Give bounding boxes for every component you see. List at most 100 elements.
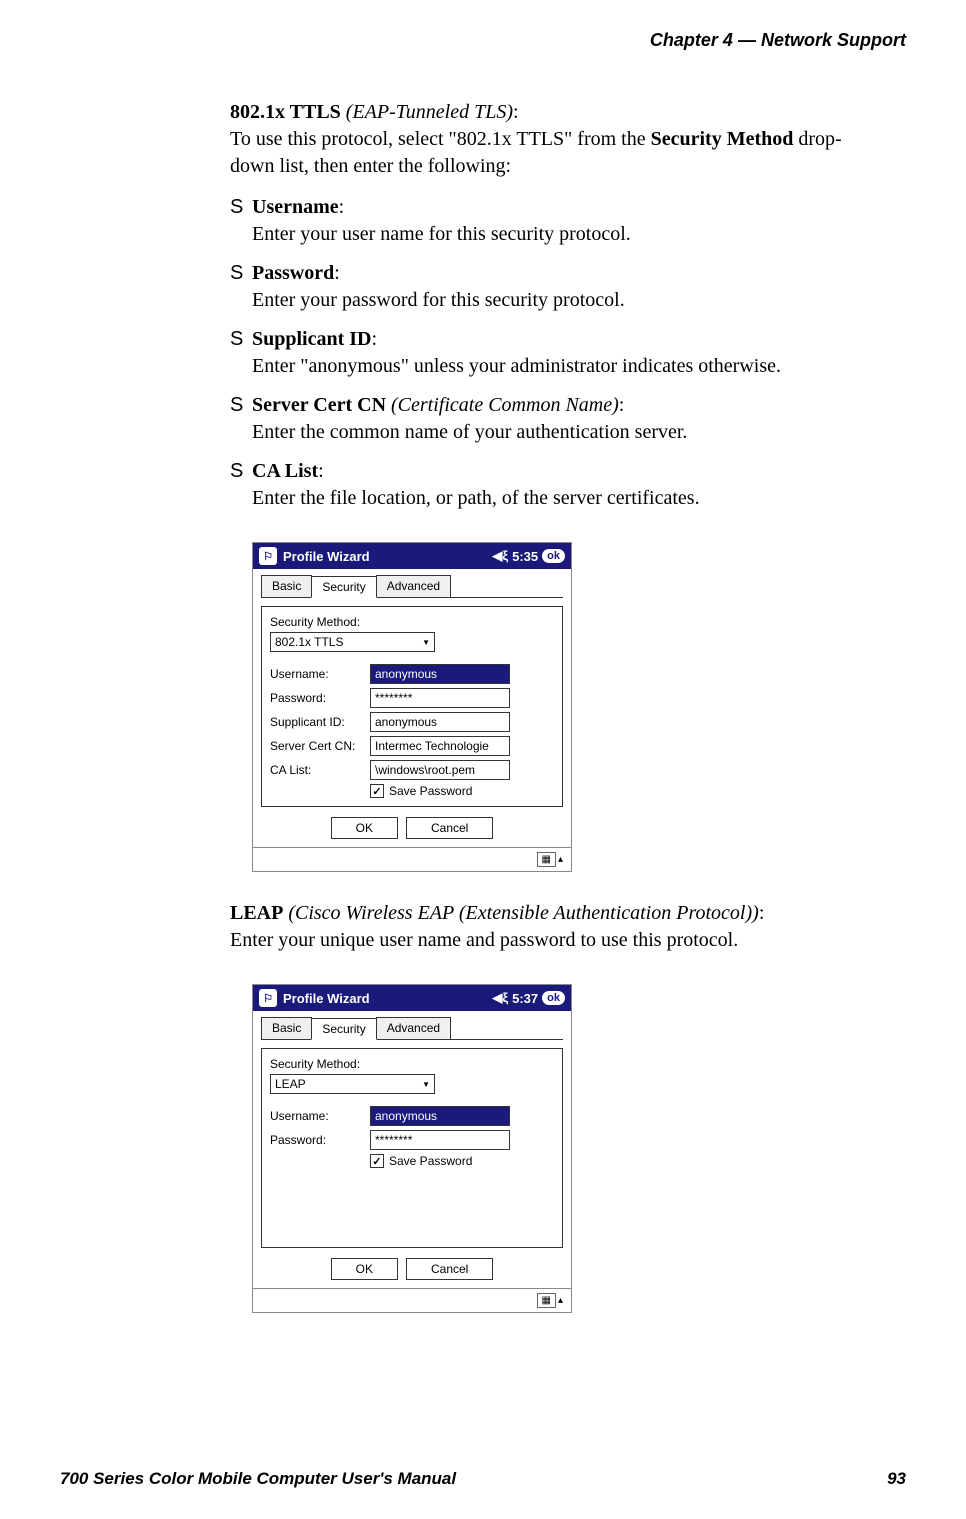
ttls-title-colon: : (513, 101, 519, 123)
bullet-label-italic: (Certificate Common Name) (386, 394, 619, 416)
bullet-colon: : (334, 262, 340, 284)
bullet-label: Server Cert CN (252, 394, 386, 416)
servercert-input[interactable]: Intermec Technologie (370, 736, 510, 756)
select-value: 802.1x TTLS (275, 635, 343, 649)
status-area: ◀ξ 5:35 (492, 548, 538, 564)
page-header: Chapter 4 — Network Support (60, 30, 906, 51)
tab-basic[interactable]: Basic (261, 575, 312, 597)
window-body: Basic Security Advanced Security Method:… (253, 569, 571, 847)
app-icon: ⚐ (259, 989, 277, 1007)
ttls-desc-bold: Security Method (651, 128, 794, 150)
security-method-label: Security Method: (270, 1057, 554, 1071)
clock-time: 5:35 (512, 549, 538, 564)
field-row-servercert: Server Cert CN: Intermec Technologie (270, 736, 554, 756)
save-password-row: ✓ Save Password (370, 784, 554, 798)
speaker-icon: ◀ξ (492, 548, 508, 564)
up-arrow-icon[interactable]: ▴ (558, 854, 563, 865)
ttls-screenshot: ⚐ Profile Wizard ◀ξ 5:35 ok Basic Securi… (252, 542, 572, 872)
up-arrow-icon[interactable]: ▴ (558, 1295, 563, 1306)
bullet-text: Enter your user name for this security p… (252, 223, 631, 245)
page-footer: 700 Series Color Mobile Computer User's … (60, 1469, 906, 1489)
ttls-description: To use this protocol, select "802.1x TTL… (230, 126, 886, 180)
window-title: Profile Wizard (283, 991, 370, 1006)
bullet-colon: : (372, 328, 378, 350)
bullet-colon: : (619, 394, 625, 416)
bullet-text: Enter the file location, or path, of the… (252, 487, 700, 509)
ttls-heading: 802.1x TTLS (EAP-Tunneled TLS): (230, 101, 886, 124)
form-group: Security Method: 802.1x TTLS ▼ Username:… (261, 606, 563, 807)
keyboard-icon[interactable]: ▦ (537, 1293, 556, 1308)
bullet-text: Enter "anonymous" unless your administra… (252, 355, 781, 377)
bullet-supplicant: Supplicant ID: Enter "anonymous" unless … (230, 326, 886, 380)
supplicant-input[interactable]: anonymous (370, 712, 510, 732)
field-row-password: Password: ******** (270, 688, 554, 708)
chevron-down-icon: ▼ (422, 638, 430, 647)
button-row: OK Cancel (261, 1258, 563, 1280)
window-body: Basic Security Advanced Security Method:… (253, 1011, 571, 1288)
field-row-supplicant: Supplicant ID: anonymous (270, 712, 554, 732)
window-title: Profile Wizard (283, 549, 370, 564)
form-group: Security Method: LEAP ▼ Username: anonym… (261, 1048, 563, 1248)
ok-button[interactable]: ok (542, 549, 565, 563)
button-row: OK Cancel (261, 817, 563, 839)
username-input[interactable]: anonymous (370, 664, 510, 684)
leap-title-bold: LEAP (230, 902, 283, 924)
window-titlebar: ⚐ Profile Wizard ◀ξ 5:35 ok (253, 543, 571, 569)
password-input[interactable]: ******** (370, 688, 510, 708)
tab-security[interactable]: Security (311, 1018, 376, 1040)
keyboard-icon[interactable]: ▦ (537, 852, 556, 867)
leap-screenshot: ⚐ Profile Wizard ◀ξ 5:37 ok Basic Securi… (252, 984, 572, 1313)
bullet-label: Supplicant ID (252, 328, 372, 350)
tab-advanced[interactable]: Advanced (376, 1017, 451, 1039)
header-separator: — (738, 30, 756, 50)
security-method-select[interactable]: 802.1x TTLS ▼ (270, 632, 435, 652)
leap-title-colon: : (759, 902, 765, 924)
calist-input[interactable]: \windows\root.pem (370, 760, 510, 780)
bullet-label: Username (252, 196, 339, 218)
bullet-label: Password (252, 262, 334, 284)
password-input[interactable]: ******** (370, 1130, 510, 1150)
ttls-title-bold: 802.1x TTLS (230, 101, 341, 123)
tab-bar: Basic Security Advanced (261, 1017, 563, 1040)
bullet-servercert: Server Cert CN (Certificate Common Name)… (230, 392, 886, 446)
bullet-colon: : (339, 196, 345, 218)
tab-basic[interactable]: Basic (261, 1017, 312, 1039)
field-row-calist: CA List: \windows\root.pem (270, 760, 554, 780)
tab-advanced[interactable]: Advanced (376, 575, 451, 597)
footer-left: 700 Series Color Mobile Computer User's … (60, 1469, 456, 1489)
field-label: Password: (270, 691, 370, 705)
fields-container: Username: anonymous Password: ******** ✓… (270, 1106, 554, 1168)
field-label: Username: (270, 667, 370, 681)
bullet-label: CA List (252, 460, 318, 482)
status-area: ◀ξ 5:37 (492, 990, 538, 1006)
chevron-down-icon: ▼ (422, 1080, 430, 1089)
username-input[interactable]: anonymous (370, 1106, 510, 1126)
field-row-username: Username: anonymous (270, 664, 554, 684)
security-method-label: Security Method: (270, 615, 554, 629)
chapter-number: Chapter 4 (650, 30, 733, 50)
bullet-username: Username: Enter your user name for this … (230, 194, 886, 248)
ok-button[interactable]: ok (542, 991, 565, 1005)
ttls-bullet-list: Username: Enter your user name for this … (230, 194, 886, 512)
bullet-text: Enter your password for this security pr… (252, 289, 625, 311)
main-content: 802.1x TTLS (EAP-Tunneled TLS): To use t… (230, 101, 886, 1313)
ttls-title-italic: (EAP-Tunneled TLS) (341, 101, 513, 123)
security-method-select[interactable]: LEAP ▼ (270, 1074, 435, 1094)
app-icon: ⚐ (259, 547, 277, 565)
field-row-username: Username: anonymous (270, 1106, 554, 1126)
field-label: Password: (270, 1133, 370, 1147)
leap-title-italic: (Cisco Wireless EAP (Extensible Authenti… (283, 902, 758, 924)
save-password-row: ✓ Save Password (370, 1154, 554, 1168)
tab-bar: Basic Security Advanced (261, 575, 563, 598)
cancel-button[interactable]: Cancel (406, 817, 493, 839)
ok-form-button[interactable]: OK (331, 1258, 398, 1280)
leap-description: Enter your unique user name and password… (230, 927, 886, 954)
cancel-button[interactable]: Cancel (406, 1258, 493, 1280)
tab-security[interactable]: Security (311, 576, 376, 598)
save-password-checkbox[interactable]: ✓ (370, 784, 384, 798)
page-number: 93 (887, 1469, 906, 1489)
save-password-checkbox[interactable]: ✓ (370, 1154, 384, 1168)
field-label: Server Cert CN: (270, 739, 370, 753)
ok-form-button[interactable]: OK (331, 817, 398, 839)
checkbox-label: Save Password (389, 1154, 472, 1168)
